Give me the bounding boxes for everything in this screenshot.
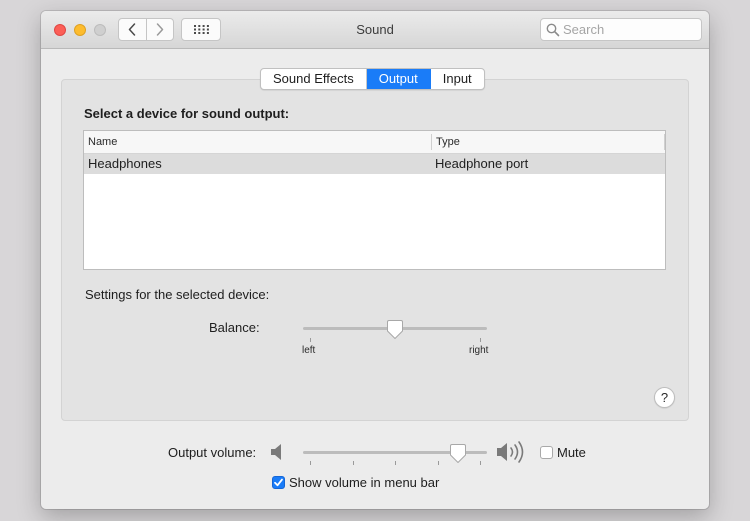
balance-label: Balance: xyxy=(209,320,260,335)
minimize-button[interactable] xyxy=(74,24,86,36)
search-field[interactable] xyxy=(540,18,702,41)
balance-slider-knob[interactable] xyxy=(387,320,403,339)
show-volume-checkbox[interactable] xyxy=(272,476,285,489)
navigation-buttons xyxy=(118,18,174,41)
mute-checkbox[interactable] xyxy=(540,446,553,459)
zoom-button xyxy=(94,24,106,36)
tab-output[interactable]: Output xyxy=(366,69,431,89)
chevron-left-icon xyxy=(129,23,136,36)
tab-input[interactable]: Input xyxy=(431,69,484,89)
back-button[interactable] xyxy=(119,19,147,40)
close-button[interactable] xyxy=(54,24,66,36)
column-divider xyxy=(664,134,665,150)
volume-tick xyxy=(438,461,439,465)
question-mark-icon: ? xyxy=(660,390,669,405)
balance-tick-left xyxy=(310,338,311,342)
show-all-button[interactable] xyxy=(181,18,221,41)
title-bar: Sound xyxy=(41,11,709,49)
column-header-name[interactable]: Name xyxy=(88,131,117,153)
speaker-high-icon xyxy=(497,441,524,463)
output-volume-label: Output volume: xyxy=(168,445,257,460)
chevron-right-icon xyxy=(156,23,163,36)
volume-slider-knob[interactable] xyxy=(449,444,466,463)
device-name-cell: Headphones xyxy=(88,156,162,171)
speaker-low-icon xyxy=(271,444,281,460)
show-volume-label: Show volume in menu bar xyxy=(289,475,440,490)
forward-button[interactable] xyxy=(147,19,174,40)
checkmark-icon xyxy=(274,478,283,487)
column-header-type[interactable]: Type xyxy=(436,131,460,153)
device-table[interactable]: Name Type Headphones Headphone port xyxy=(83,130,666,270)
grid-icon xyxy=(193,25,209,34)
magnifier-icon xyxy=(546,23,560,37)
volume-tick xyxy=(480,461,481,465)
volume-tick xyxy=(310,461,311,465)
help-button[interactable]: ? xyxy=(654,387,675,408)
column-divider xyxy=(431,134,432,150)
tab-sound-effects[interactable]: Sound Effects xyxy=(261,69,367,89)
device-type-cell: Headphone port xyxy=(435,156,529,171)
volume-tick xyxy=(395,461,396,465)
balance-tick-right xyxy=(480,338,481,342)
sound-preferences-window: Sound Sound Effects Output Input Select … xyxy=(41,11,709,509)
balance-left-label: left xyxy=(302,345,316,356)
settings-label: Settings for the selected device: xyxy=(85,287,270,302)
volume-tick xyxy=(353,461,354,465)
tab-bar: Sound Effects Output Input xyxy=(260,68,485,90)
device-list-heading: Select a device for sound output: xyxy=(84,106,290,121)
table-header: Name Type xyxy=(84,131,665,154)
mute-label: Mute xyxy=(557,445,586,460)
balance-right-label: right xyxy=(469,345,489,356)
search-input[interactable] xyxy=(563,20,695,39)
table-row[interactable]: Headphones Headphone port xyxy=(84,154,665,174)
